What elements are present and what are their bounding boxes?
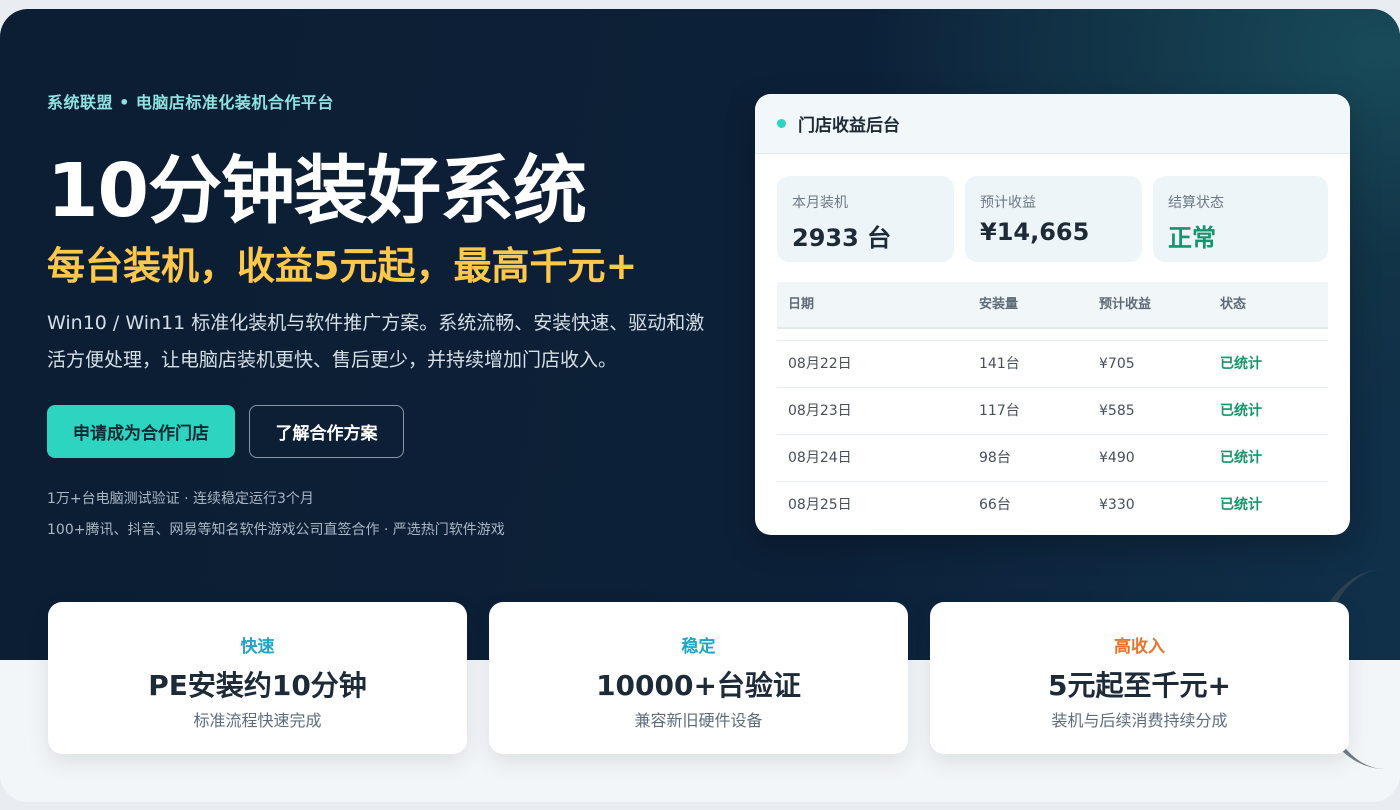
status-dot-icon xyxy=(777,119,786,128)
hero-description: Win10 / Win11 标准化装机与软件推广方案。系统流畅、安装快速、驱动和… xyxy=(47,312,705,371)
cell-revenue: ¥330 xyxy=(1099,497,1135,513)
cell-status: 已统计 xyxy=(1220,403,1262,419)
hero-headline: 10分钟装好系统 xyxy=(47,148,587,234)
dashboard-header: 门店收益后台 xyxy=(755,94,1350,154)
feature-title: 10000+台验证 xyxy=(596,669,801,702)
column-header-status: 状态 xyxy=(1220,297,1247,312)
proof-text-1: 1万+台电脑测试验证 · 连续稳定运行3个月 xyxy=(47,491,314,507)
cell-installs: 117台 xyxy=(979,403,1020,419)
revenue-dashboard-card: 门店收益后台 本月装机 2933 台 预计收益 ¥14,665 结算状态 正常 xyxy=(755,94,1350,535)
stat-monthly-installs: 本月装机 2933 台 xyxy=(777,176,954,262)
cell-date: 08月22日 xyxy=(788,356,852,372)
cell-installs: 141台 xyxy=(979,356,1020,372)
stat-value: 2933 台 xyxy=(792,224,892,252)
stat-value: 正常 xyxy=(1168,224,1216,252)
dashboard-title: 门店收益后台 xyxy=(798,116,900,136)
table-body: 08月22日 141台 ¥705 已统计 08月23日 117台 ¥585 已统… xyxy=(777,340,1328,528)
cell-revenue: ¥490 xyxy=(1099,450,1135,466)
stat-label: 预计收益 xyxy=(980,195,1036,211)
feature-tag: 稳定 xyxy=(681,637,716,657)
cell-revenue: ¥705 xyxy=(1099,356,1135,372)
feature-card-income: 高收入 5元起至千元+ 装机与后续消费持续分成 xyxy=(930,602,1349,754)
column-header-revenue: 预计收益 xyxy=(1099,297,1152,312)
hero-eyebrow: 系统联盟 • 电脑店标准化装机合作平台 xyxy=(47,93,334,112)
apply-partner-button[interactable]: 申请成为合作门店 xyxy=(47,405,235,458)
stat-label: 本月装机 xyxy=(792,195,848,211)
table-row: 08月22日 141台 ¥705 已统计 xyxy=(777,341,1328,388)
dashboard-stats: 本月装机 2933 台 预计收益 ¥14,665 结算状态 正常 xyxy=(777,176,1328,262)
hero-section: 系统联盟 • 电脑店标准化装机合作平台 10分钟装好系统 每台装机，收益5元起，… xyxy=(0,9,1400,660)
column-header-installs: 安装量 xyxy=(979,297,1019,312)
learn-plan-button[interactable]: 了解合作方案 xyxy=(249,405,404,458)
feature-subtitle: 兼容新旧硬件设备 xyxy=(634,711,763,730)
cell-status: 已统计 xyxy=(1220,356,1262,372)
table-row: 08月25日 66台 ¥330 已统计 xyxy=(777,482,1328,528)
proof-text-2: 100+腾讯、抖音、网易等知名软件游戏公司直签合作 · 严选热门软件游戏 xyxy=(47,522,505,538)
stat-value: ¥14,665 xyxy=(980,218,1090,246)
cell-date: 08月25日 xyxy=(788,497,852,513)
stat-label: 结算状态 xyxy=(1168,195,1224,211)
stat-estimated-revenue: 预计收益 ¥14,665 xyxy=(965,176,1142,262)
feature-card-stable: 稳定 10000+台验证 兼容新旧硬件设备 xyxy=(489,602,908,754)
feature-subtitle: 装机与后续消费持续分成 xyxy=(1051,711,1228,730)
cell-installs: 98台 xyxy=(979,450,1011,466)
cell-installs: 66台 xyxy=(979,497,1011,513)
feature-subtitle: 标准流程快速完成 xyxy=(193,711,322,730)
cell-revenue: ¥585 xyxy=(1099,403,1135,419)
revenue-table: 日期 安装量 预计收益 状态 08月22日 141台 ¥705 已统计 08月2… xyxy=(777,282,1328,528)
cell-date: 08月23日 xyxy=(788,403,852,419)
hero-subhead: 每台装机，收益5元起，最高千元+ xyxy=(47,244,638,288)
feature-card-fast: 快速 PE安装约10分钟 标准流程快速完成 xyxy=(48,602,467,754)
table-row: 08月24日 98台 ¥490 已统计 xyxy=(777,435,1328,482)
feature-title: PE安装约10分钟 xyxy=(148,669,367,702)
cell-status: 已统计 xyxy=(1220,497,1262,513)
stat-settlement-status: 结算状态 正常 xyxy=(1153,176,1328,262)
feature-tag: 高收入 xyxy=(1114,637,1165,657)
table-row: 08月23日 117台 ¥585 已统计 xyxy=(777,388,1328,435)
page-frame: 系统联盟 • 电脑店标准化装机合作平台 10分钟装好系统 每台装机，收益5元起，… xyxy=(0,9,1400,802)
cell-date: 08月24日 xyxy=(788,450,852,466)
table-header: 日期 安装量 预计收益 状态 xyxy=(777,282,1328,329)
feature-tag: 快速 xyxy=(240,637,275,657)
column-header-date: 日期 xyxy=(788,297,815,312)
feature-title: 5元起至千元+ xyxy=(1048,669,1231,702)
cell-status: 已统计 xyxy=(1220,450,1262,466)
